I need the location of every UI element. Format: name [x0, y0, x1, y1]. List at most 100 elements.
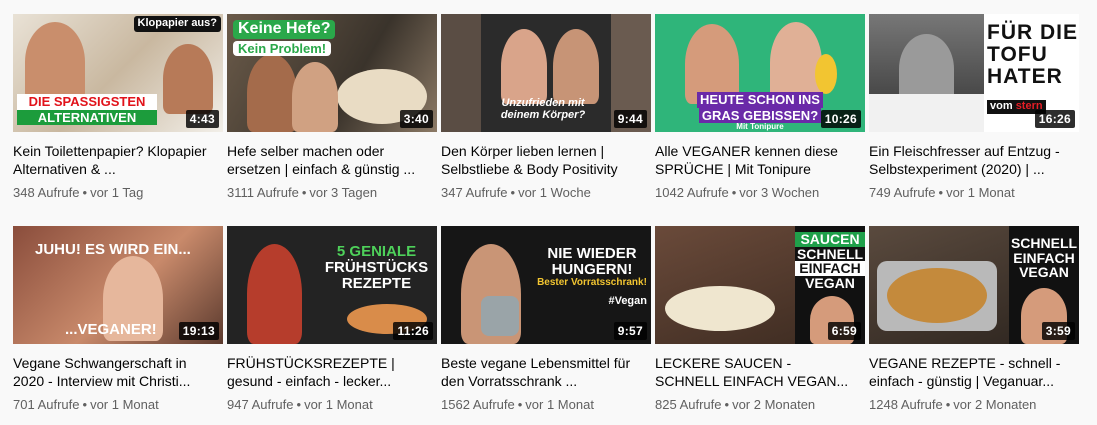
video-meta: 348 Aufrufe • vor 1 Tag: [13, 184, 223, 202]
video-title[interactable]: Hefe selber machen oder ersetzen | einfa…: [227, 142, 437, 178]
meta-separator: •: [731, 185, 737, 200]
upload-age: vor 2 Monaten: [732, 397, 816, 412]
video-duration: 9:57: [613, 322, 647, 340]
thumbnail-headline-line: SCHNELL: [1010, 235, 1078, 251]
video-meta: 347 Aufrufe • vor 1 Woche: [441, 184, 651, 202]
video-title[interactable]: Ein Fleischfresser auf Entzug - Selbstex…: [869, 142, 1079, 178]
thumbnail-headline-line: EINFACH: [795, 261, 865, 277]
meta-separator: •: [82, 397, 88, 412]
video-card[interactable]: JUHU! ES WIRD EIN... ...VEGANER! 19:13 V…: [13, 226, 223, 424]
video-thumbnail[interactable]: JUHU! ES WIRD EIN... ...VEGANER! 19:13: [13, 226, 223, 344]
meta-separator: •: [517, 397, 523, 412]
video-title[interactable]: VEGANE REZEPTE - schnell - einfach - gün…: [869, 354, 1079, 390]
video-card[interactable]: NIE WIEDER HUNGERN! Bester Vorratsschran…: [441, 226, 651, 424]
video-card[interactable]: SAUCEN SCHNELL EINFACH VEGAN 6:59 LECKER…: [655, 226, 865, 424]
video-title[interactable]: LECKERE SAUCEN - SCHNELL EINFACH VEGAN..…: [655, 354, 865, 390]
upload-age: vor 1 Woche: [518, 185, 591, 200]
video-meta: 1248 Aufrufe • vor 2 Monaten: [869, 396, 1079, 414]
video-title[interactable]: Kein Toilettenpapier? Klopapier Alternat…: [13, 142, 223, 178]
thumbnail-headline-line: HEUTE SCHON INS: [697, 92, 823, 108]
thumbnail-headline-line: NIE WIEDER: [547, 245, 637, 262]
thumbnail-headline-line: Kein Problem!: [233, 40, 332, 57]
view-count: 348 Aufrufe: [13, 185, 80, 200]
video-thumbnail[interactable]: FÜR DIE TOFU HATER vom stern 16:26: [869, 14, 1079, 132]
thumbnail-headline: HEUTE SCHON INS GRAS GEBISSEN? Mit Tonip…: [675, 92, 845, 132]
thumbnail-headline-line: Bester Vorratsschrank!: [537, 276, 647, 288]
thumbnail-headline-line: DIE SPASSIGSTEN: [17, 94, 157, 110]
thumbnail-headline-line: Mit Tonipure: [736, 122, 784, 132]
video-thumbnail[interactable]: SAUCEN SCHNELL EINFACH VEGAN 6:59: [655, 226, 865, 344]
thumbnail-headline-line: GRAS GEBISSEN?: [698, 107, 822, 124]
view-count: 1248 Aufrufe: [869, 397, 943, 412]
video-thumbnail[interactable]: Klopapier aus? DIE SPASSIGSTEN ALTERNATI…: [13, 14, 223, 132]
video-duration: 4:43: [185, 110, 219, 128]
view-count: 1042 Aufrufe: [655, 185, 729, 200]
video-grid: Klopapier aus? DIE SPASSIGSTEN ALTERNATI…: [13, 14, 1079, 424]
thumbnail-headline: DIE SPASSIGSTEN ALTERNATIVEN: [17, 94, 157, 126]
thumbnail-headline-line: Keine Hefe?: [233, 20, 336, 39]
video-title[interactable]: Alle VEGANER kennen diese SPRÜCHE | Mit …: [655, 142, 865, 178]
upload-age: vor 3 Tagen: [309, 185, 378, 200]
video-duration: 19:13: [178, 322, 219, 340]
thumbnail-headline-line: SCHNELL: [796, 245, 864, 262]
video-thumbnail[interactable]: Keine Hefe? Kein Problem! 3:40: [227, 14, 437, 132]
video-duration: 3:40: [399, 110, 433, 128]
thumbnail-headline-line: EINFACH: [1013, 249, 1075, 266]
video-card[interactable]: Unzufrieden mit deinem Körper? 9:44 Den …: [441, 14, 651, 212]
video-thumbnail[interactable]: HEUTE SCHON INS GRAS GEBISSEN? Mit Tonip…: [655, 14, 865, 132]
meta-separator: •: [510, 185, 516, 200]
upload-age: vor 3 Wochen: [739, 185, 820, 200]
video-meta: 1042 Aufrufe • vor 3 Wochen: [655, 184, 865, 202]
video-title[interactable]: FRÜHSTÜCKSREZEPTE | gesund - einfach - l…: [227, 354, 437, 390]
video-thumbnail[interactable]: 5 GENIALE FRÜHSTÜCKS REZEPTE 11:26: [227, 226, 437, 344]
thumbnail-headline: SAUCEN SCHNELL EINFACH VEGAN: [795, 232, 865, 291]
upload-age: vor 1 Monat: [304, 397, 373, 412]
video-card[interactable]: SCHNELL EINFACH VEGAN 3:59 VEGANE REZEPT…: [869, 226, 1079, 424]
meta-separator: •: [82, 185, 88, 200]
view-count: 701 Aufrufe: [13, 397, 80, 412]
meta-separator: •: [938, 185, 944, 200]
video-duration: 10:26: [820, 110, 861, 128]
video-card[interactable]: Keine Hefe? Kein Problem! 3:40 Hefe selb…: [227, 14, 437, 212]
video-meta: 701 Aufrufe • vor 1 Monat: [13, 396, 223, 414]
meta-separator: •: [296, 397, 302, 412]
video-meta: 825 Aufrufe • vor 2 Monaten: [655, 396, 865, 414]
thumbnail-headline-line: FRÜHSTÜCKS: [324, 258, 429, 276]
video-card[interactable]: Klopapier aus? DIE SPASSIGSTEN ALTERNATI…: [13, 14, 223, 212]
video-thumbnail[interactable]: NIE WIEDER HUNGERN! Bester Vorratsschran…: [441, 226, 651, 344]
video-title[interactable]: Beste vegane Lebensmittel für den Vorrat…: [441, 354, 651, 390]
view-count: 1562 Aufrufe: [441, 397, 515, 412]
video-title[interactable]: Vegane Schwangerschaft in 2020 - Intervi…: [13, 354, 223, 390]
thumbnail-tag: Klopapier aus?: [133, 16, 221, 32]
thumbnail-headline-line: deinem Körper?: [500, 108, 586, 121]
meta-separator: •: [301, 185, 307, 200]
meta-separator: •: [724, 397, 730, 412]
video-thumbnail[interactable]: Unzufrieden mit deinem Körper? 9:44: [441, 14, 651, 132]
thumbnail-headline-line: TOFU: [987, 43, 1048, 67]
view-count: 347 Aufrufe: [441, 185, 508, 200]
video-card[interactable]: 5 GENIALE FRÜHSTÜCKS REZEPTE 11:26 FRÜHS…: [227, 226, 437, 424]
upload-age: vor 1 Monat: [90, 397, 159, 412]
video-duration: 11:26: [393, 322, 433, 340]
view-count: 3111 Aufrufe: [227, 185, 299, 200]
video-card[interactable]: FÜR DIE TOFU HATER vom stern 16:26 Ein F…: [869, 14, 1079, 212]
thumbnail-brand-prefix: vom: [990, 100, 1013, 112]
video-thumbnail[interactable]: SCHNELL EINFACH VEGAN 3:59: [869, 226, 1079, 344]
video-meta: 947 Aufrufe • vor 1 Monat: [227, 396, 437, 414]
video-duration: 3:59: [1041, 322, 1075, 340]
video-title[interactable]: Den Körper lieben lernen | Selbstliebe &…: [441, 142, 651, 178]
thumbnail-headline-line: HUNGERN!: [551, 260, 633, 278]
thumbnail-headline: ...VEGANER!: [65, 321, 157, 338]
video-card[interactable]: HEUTE SCHON INS GRAS GEBISSEN? Mit Tonip…: [655, 14, 865, 212]
thumbnail-headline: 5 GENIALE FRÜHSTÜCKS REZEPTE: [319, 244, 434, 291]
thumbnail-headline: Unzufrieden mit deinem Körper?: [483, 97, 603, 121]
thumbnail-headline: JUHU! ES WIRD EIN...: [35, 241, 191, 258]
thumbnail-headline-line: ALTERNATIVEN: [17, 109, 157, 126]
view-count: 947 Aufrufe: [227, 397, 294, 412]
thumbnail-headline-line: 5 GENIALE: [336, 243, 417, 260]
thumbnail-headline-line: HATER: [987, 65, 1063, 89]
video-duration: 9:44: [613, 110, 647, 128]
upload-age: vor 1 Monat: [525, 397, 594, 412]
video-duration: 6:59: [827, 322, 861, 340]
thumbnail-headline-line: VEGAN: [805, 275, 855, 292]
